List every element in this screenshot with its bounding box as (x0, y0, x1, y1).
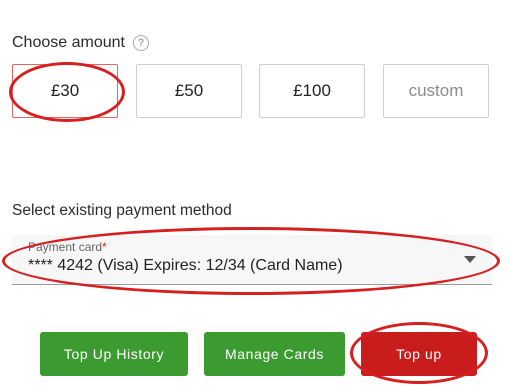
payment-method-label: Select existing payment method (12, 202, 232, 219)
amount-option-custom[interactable]: custom (383, 64, 489, 118)
manage-cards-button[interactable]: Manage Cards (204, 332, 345, 376)
payment-card-label-text: Payment card (28, 240, 103, 254)
payment-card-select[interactable]: Payment card* **** 4242 (Visa) Expires: … (12, 235, 492, 285)
amount-option-100[interactable]: £100 (259, 64, 365, 118)
question-circle-icon[interactable]: ? (132, 35, 149, 51)
top-up-history-button[interactable]: Top Up History (40, 332, 188, 376)
payment-card-field-label: Payment card* (28, 240, 107, 254)
top-up-button[interactable]: Top up (361, 332, 477, 376)
required-marker: * (102, 240, 107, 254)
payment-card-value: **** 4242 (Visa) Expires: 12/34 (Card Na… (28, 257, 343, 274)
choose-amount-text: Choose amount (12, 34, 125, 51)
choose-amount-label: Choose amount ? (12, 34, 149, 52)
amount-option-30[interactable]: £30 (12, 64, 118, 118)
amount-option-50[interactable]: £50 (136, 64, 242, 118)
chevron-down-icon (464, 256, 476, 263)
